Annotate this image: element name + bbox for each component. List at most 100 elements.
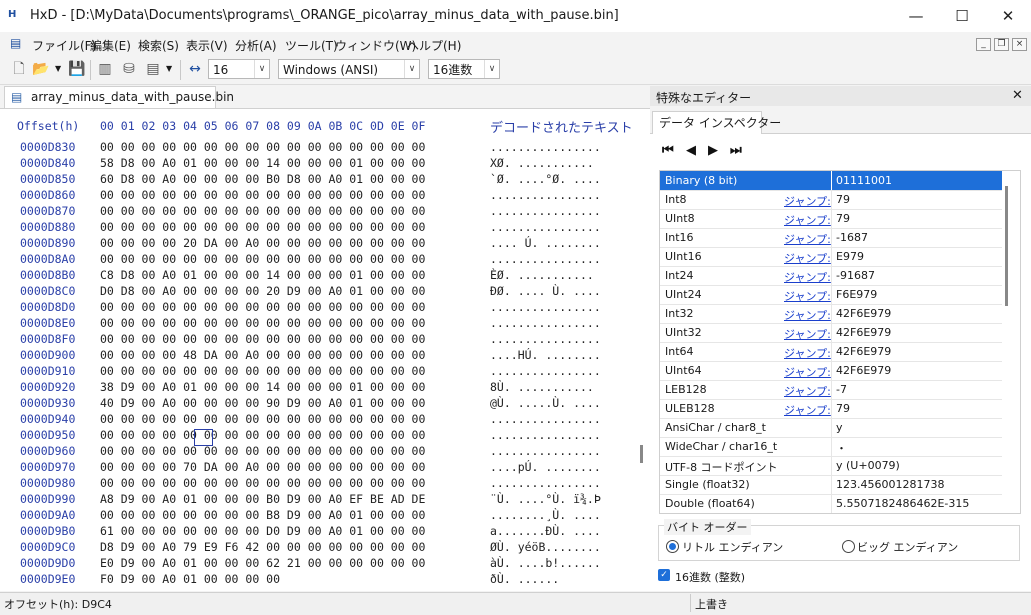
little-endian-radio[interactable] (666, 540, 679, 553)
hex-row-text[interactable]: ....pÚ. ........ (490, 460, 601, 474)
hex-row-text[interactable]: ................ (490, 252, 601, 266)
inspector-row-value[interactable]: 79 (836, 402, 850, 415)
inspector-row[interactable]: AnsiChar / char8_t y (660, 418, 1002, 438)
hex-row-text[interactable]: ................ (490, 364, 601, 378)
big-endian-label[interactable]: ビッグ エンディアン (857, 539, 958, 555)
jump-link[interactable]: ジャンプ: (784, 307, 831, 323)
hex-row-bytes[interactable]: E0 D9 00 A0 01 00 00 00 62 21 00 00 00 0… (100, 556, 425, 570)
previous-icon[interactable]: ◀ (686, 143, 696, 158)
hex-row-bytes[interactable]: 60 D8 00 A0 00 00 00 00 B0 D8 00 A0 01 0… (100, 172, 425, 186)
hex-row-text[interactable]: ØÙ. yéöB........ (490, 540, 601, 554)
view-dropdown-icon[interactable]: ▼ (166, 64, 172, 73)
save-icon[interactable]: 💾 (68, 60, 86, 78)
data-inspector-scrollbar[interactable] (1005, 186, 1008, 306)
big-endian-radio[interactable] (842, 540, 855, 553)
menu-tools[interactable]: ツール(T) (285, 37, 338, 54)
inspector-row[interactable]: Double (float64) 5.5507182486462E-315 (660, 494, 1002, 513)
hex-integer-checkbox[interactable]: ✓ (658, 569, 670, 581)
hex-row-text[interactable]: ................ (490, 316, 601, 330)
inspector-row[interactable]: Int16 ジャンプ: -1687 (660, 228, 1002, 248)
inspector-row-value[interactable]: 79 (836, 212, 850, 225)
inspector-row-value[interactable]: 123.456001281738 (836, 478, 944, 491)
hex-row-bytes[interactable]: D0 D8 00 A0 00 00 00 00 20 D9 00 A0 01 0… (100, 284, 425, 298)
disk-icon[interactable]: ⛁ (120, 60, 138, 78)
jump-link[interactable]: ジャンプ: (784, 402, 831, 418)
maximize-button[interactable]: ☐ (939, 0, 985, 32)
inspector-row-value[interactable]: 42F6E979 (836, 307, 891, 320)
special-editor-close-icon[interactable]: ✕ (1012, 88, 1023, 103)
hex-row-bytes[interactable]: 00 00 00 00 00 00 00 00 00 00 00 00 00 0… (100, 140, 425, 154)
hex-row-text[interactable]: `Ø. ....°Ø. .... (490, 172, 601, 186)
hex-row-bytes[interactable]: 40 D9 00 A0 00 00 00 00 90 D9 00 A0 01 0… (100, 396, 425, 410)
hex-row-text[interactable]: ................ (490, 428, 601, 442)
hex-row-text[interactable]: ....HÚ. ........ (490, 348, 601, 362)
hex-row-text[interactable]: ................ (490, 204, 601, 218)
hex-editor[interactable]: Offset(h) 00 01 02 03 04 05 06 07 08 09 … (0, 108, 650, 591)
hex-row-text[interactable]: ........¸Ù. .... (490, 508, 601, 522)
hex-row-bytes[interactable]: 00 00 00 00 00 00 00 00 00 00 00 00 00 0… (100, 300, 425, 314)
open-dropdown-icon[interactable]: ▼ (55, 64, 61, 73)
inspector-row[interactable]: UInt8 ジャンプ: 79 (660, 209, 1002, 229)
mdi-minimize-button[interactable]: _ (976, 38, 991, 51)
hex-row-bytes[interactable]: C8 D8 00 A0 01 00 00 00 14 00 00 00 01 0… (100, 268, 425, 282)
hex-row-bytes[interactable]: 00 00 00 00 00 00 00 00 00 00 00 00 00 0… (100, 364, 425, 378)
hex-row-text[interactable]: ÈØ. ........... (490, 268, 594, 282)
minimize-button[interactable]: — (893, 0, 939, 32)
inspector-row[interactable]: Int24 ジャンプ: -91687 (660, 266, 1002, 286)
new-file-icon[interactable]: 🗋 (10, 60, 28, 78)
jump-link[interactable]: ジャンプ: (784, 345, 831, 361)
menu-view[interactable]: 表示(V) (186, 37, 228, 54)
hex-row-text[interactable]: ................ (490, 332, 601, 346)
little-endian-label[interactable]: リトル エンディアン (682, 539, 783, 555)
inspector-row-value[interactable]: 01111001 (836, 174, 892, 187)
inspector-row[interactable]: Int64 ジャンプ: 42F6E979 (660, 342, 1002, 362)
menu-file[interactable]: ファイル(F) (32, 37, 96, 54)
hex-row-text[interactable]: ................ (490, 444, 601, 458)
inspector-row-value[interactable]: ・ (836, 440, 847, 456)
inspector-row[interactable]: UInt64 ジャンプ: 42F6E979 (660, 361, 1002, 381)
inspector-row[interactable]: Binary (8 bit) 01111001 (660, 171, 1002, 191)
hex-row-bytes[interactable]: 00 00 00 00 70 DA 00 A0 00 00 00 00 00 0… (100, 460, 425, 474)
memory-icon[interactable]: ▥ (96, 60, 114, 78)
inspector-row[interactable]: Int8 ジャンプ: 79 (660, 190, 1002, 210)
hex-row-bytes[interactable]: 58 D8 00 A0 01 00 00 00 14 00 00 00 01 0… (100, 156, 425, 170)
inspector-row-value[interactable]: -7 (836, 383, 847, 396)
inspector-row[interactable]: Int32 ジャンプ: 42F6E979 (660, 304, 1002, 324)
inspector-row[interactable]: WideChar / char16_t ・ (660, 437, 1002, 457)
hex-row-bytes[interactable]: F0 D9 00 A0 01 00 00 00 00 (100, 572, 280, 586)
inspector-row-value[interactable]: E979 (836, 250, 864, 263)
inspector-row[interactable]: UInt32 ジャンプ: 42F6E979 (660, 323, 1002, 343)
menu-edit[interactable]: 編集(E) (90, 37, 131, 54)
inspector-row[interactable]: UTF-8 コードポイント y (U+0079) (660, 456, 1002, 476)
hex-row-text[interactable]: ................ (490, 140, 601, 154)
inspector-row[interactable]: UInt24 ジャンプ: F6E979 (660, 285, 1002, 305)
inspector-row[interactable]: UInt16 ジャンプ: E979 (660, 247, 1002, 267)
open-folder-icon[interactable]: 📂 (32, 60, 50, 78)
hex-row-text[interactable]: XØ. ........... (490, 156, 594, 170)
menu-help[interactable]: ヘルプ(H) (407, 37, 461, 54)
menu-search[interactable]: 検索(S) (138, 37, 179, 54)
hex-row-text[interactable]: .... Ú. ........ (490, 236, 601, 250)
hex-row-text[interactable]: ................ (490, 476, 601, 490)
view-icon[interactable]: ▤ (144, 60, 162, 78)
hex-row-bytes[interactable]: 00 00 00 00 00 00 00 00 00 00 00 00 00 0… (100, 412, 425, 426)
inspector-row-value[interactable]: 42F6E979 (836, 326, 891, 339)
jump-link[interactable]: ジャンプ: (784, 193, 831, 209)
close-button[interactable]: ✕ (985, 0, 1031, 32)
inspector-row-value[interactable]: y (836, 421, 843, 434)
hex-row-text[interactable]: 8Ù. ........... (490, 380, 594, 394)
inspector-row-value[interactable]: 42F6E979 (836, 364, 891, 377)
hex-row-bytes[interactable]: 00 00 00 00 00 00 00 00 00 00 00 00 00 0… (100, 220, 425, 234)
inspector-row-value[interactable]: 79 (836, 193, 850, 206)
jump-link[interactable]: ジャンプ: (784, 326, 831, 342)
hex-integer-label[interactable]: 16進数 (整数) (675, 569, 745, 585)
inspector-row-value[interactable]: 5.5507182486462E-315 (836, 497, 969, 510)
hex-row-text[interactable]: ................ (490, 300, 601, 314)
hex-row-bytes[interactable]: 00 00 00 00 00 00 00 00 00 00 00 00 00 0… (100, 428, 425, 442)
jump-link[interactable]: ジャンプ: (784, 364, 831, 380)
inspector-row-value[interactable]: y (U+0079) (836, 459, 900, 472)
next-icon[interactable]: ▶ (708, 143, 718, 158)
inspector-row[interactable]: Single (float32) 123.456001281738 (660, 475, 1002, 495)
menu-window[interactable]: ウィンドウ(W) (335, 37, 416, 54)
jump-link[interactable]: ジャンプ: (784, 269, 831, 285)
